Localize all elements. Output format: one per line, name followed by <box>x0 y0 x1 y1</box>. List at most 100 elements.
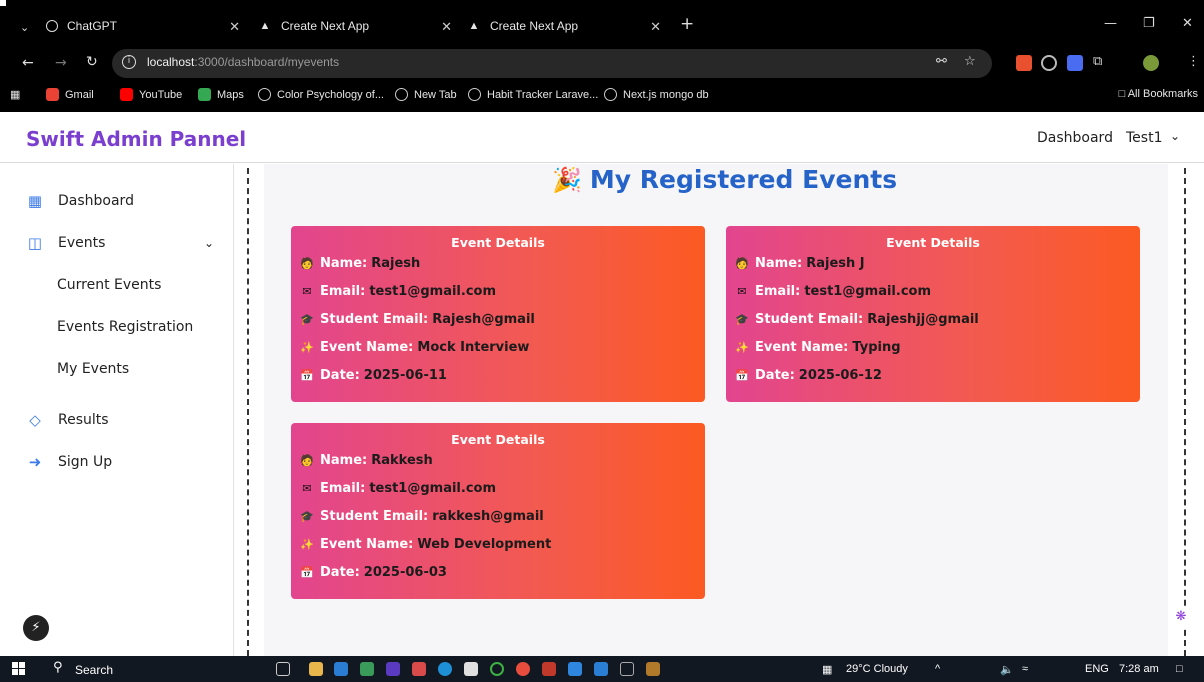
field-label: Email: <box>755 284 801 299</box>
restore-icon[interactable]: ❐ <box>1143 16 1155 31</box>
sidebar-subitem-current-events[interactable]: Current Events <box>57 277 161 293</box>
tab-create-next-app-2[interactable]: ▲ Create Next App ✕ <box>467 10 667 42</box>
field-label: Event Name: <box>755 340 849 355</box>
sidebar-item-label: Sign Up <box>58 454 113 470</box>
tray-chevron-up-icon[interactable]: ^ <box>935 663 940 675</box>
task-view-icon[interactable] <box>276 662 290 676</box>
sidebar-item-sign-up[interactable]: ➜ Sign Up <box>26 453 112 471</box>
wifi-icon[interactable]: ≈ <box>1022 663 1028 675</box>
app-icon[interactable] <box>360 662 374 676</box>
app-icon[interactable] <box>646 662 660 676</box>
mail-icon[interactable] <box>568 662 582 676</box>
page-title-text: My Registered Events <box>589 165 898 194</box>
field-label: Date: <box>755 368 795 383</box>
back-arrow-icon[interactable]: ← <box>22 55 34 71</box>
person-icon: 🧑 <box>300 454 314 467</box>
tab-search-chevron-icon[interactable]: ⌄ <box>20 21 29 34</box>
apps-grid-icon[interactable]: ▦ <box>10 88 20 101</box>
party-popper-icon: 🎉 <box>552 165 582 194</box>
windows-start-icon[interactable] <box>12 662 26 676</box>
extensions-puzzle-icon[interactable]: ⧉ <box>1093 54 1102 69</box>
weather-text[interactable]: 29°C Cloudy <box>846 663 908 675</box>
chatgpt-favicon-icon <box>46 20 58 32</box>
file-explorer-icon[interactable] <box>309 662 323 676</box>
bookmark-color-psychology[interactable]: Color Psychology of... <box>258 88 384 101</box>
sidebar-item-events[interactable]: ◫ Events <box>26 234 106 252</box>
tab-create-next-app-1[interactable]: ▲ Create Next App ✕ <box>258 10 458 42</box>
site-info-icon[interactable]: i <box>122 55 136 69</box>
language-indicator[interactable]: ENG <box>1085 663 1109 675</box>
card-row-date: 📅 Date: 2025-06-03 <box>299 565 447 580</box>
envelope-icon: ✉ <box>302 285 312 298</box>
brand-title[interactable]: Swift Admin Pannel <box>26 127 246 151</box>
app-icon[interactable] <box>386 662 400 676</box>
bookmark-habit-tracker[interactable]: Habit Tracker Larave... <box>468 88 598 101</box>
reload-icon[interactable]: ↻ <box>86 54 98 70</box>
sidebar-subitem-events-registration[interactable]: Events Registration <box>57 319 193 335</box>
extension-icon[interactable] <box>1016 55 1032 71</box>
tab-close-icon[interactable]: ✕ <box>650 19 661 35</box>
volume-icon[interactable]: 🔈 <box>1000 663 1014 676</box>
sparkles-icon: ✨ <box>300 341 314 354</box>
tab-close-icon[interactable]: ✕ <box>441 19 452 35</box>
edge-icon[interactable] <box>438 662 452 676</box>
chevron-down-icon[interactable]: ⌄ <box>204 236 214 250</box>
bookmark-star-icon[interactable]: ☆ <box>964 54 976 69</box>
vscode-icon[interactable] <box>594 662 608 676</box>
header-user-menu[interactable]: Test1 <box>1126 130 1162 146</box>
tab-chatgpt[interactable]: ChatGPT ✕ <box>46 10 246 42</box>
app-icon[interactable] <box>490 662 504 676</box>
bookmark-nextjs-mongo[interactable]: Next.js mongo db <box>604 88 709 101</box>
field-value: Rajesh@gmail <box>432 312 535 327</box>
bookmark-label: New Tab <box>414 88 457 101</box>
bookmark-new-tab[interactable]: New Tab <box>395 88 457 101</box>
search-icon[interactable]: ⚲ <box>53 660 63 675</box>
forward-arrow-icon[interactable]: → <box>55 55 67 71</box>
taskbar-search[interactable]: Search <box>75 663 113 677</box>
field-label: Student Email: <box>320 509 429 524</box>
app-icon[interactable] <box>412 662 426 676</box>
extension-icon[interactable] <box>1041 55 1057 71</box>
calendar-icon: 📅 <box>300 566 314 579</box>
card-row-email: ✉ Email: test1@gmail.com <box>734 284 931 299</box>
bookmark-youtube[interactable]: YouTube <box>120 88 182 101</box>
profile-avatar-icon[interactable] <box>1143 55 1159 71</box>
page-title: 🎉 My Registered Events <box>552 165 897 194</box>
sidebar-subitem-my-events[interactable]: My Events <box>57 361 129 377</box>
app-icon[interactable] <box>542 662 556 676</box>
assistant-brain-button[interactable]: ❋ <box>1170 606 1192 628</box>
bookmark-gmail[interactable]: Gmail <box>46 88 94 101</box>
all-bookmarks[interactable]: □ All Bookmarks <box>1119 88 1198 100</box>
chevron-down-icon[interactable]: ⌄ <box>1170 129 1180 143</box>
tab-title: ChatGPT <box>67 19 118 33</box>
field-value: Rakkesh <box>371 453 433 468</box>
app-icon[interactable] <box>334 662 348 676</box>
app-icon[interactable] <box>464 662 478 676</box>
field-label: Student Email: <box>755 312 864 327</box>
field-label: Email: <box>320 481 366 496</box>
header-dashboard-link[interactable]: Dashboard <box>1037 130 1113 146</box>
sidebar-item-dashboard[interactable]: ▦ Dashboard <box>26 192 134 210</box>
folder-icon: □ <box>1118 88 1128 100</box>
browser-menu-icon[interactable]: ⋮ <box>1187 54 1200 69</box>
window-close-icon[interactable]: ✕ <box>1182 16 1193 31</box>
password-key-icon[interactable]: ⚯ <box>936 54 947 69</box>
minimize-icon[interactable]: — <box>1104 16 1117 31</box>
chrome-icon[interactable] <box>516 662 530 676</box>
bookmark-maps[interactable]: Maps <box>198 88 244 101</box>
notifications-icon[interactable]: □ <box>1176 663 1183 675</box>
field-value: Rajesh J <box>806 256 865 271</box>
sign-up-icon: ➜ <box>28 453 42 471</box>
new-tab-plus-icon[interactable]: + <box>680 14 694 34</box>
tab-close-icon[interactable]: ✕ <box>229 19 240 35</box>
terminal-icon[interactable] <box>620 662 634 676</box>
sidebar-item-results[interactable]: ◇ Results <box>26 411 108 429</box>
bookmark-label: Next.js mongo db <box>623 88 709 101</box>
field-value: Rajesh <box>371 256 421 271</box>
clock-time[interactable]: 7:28 am <box>1119 663 1159 675</box>
url-text[interactable]: localhost:3000/dashboard/myevents <box>147 55 339 69</box>
dashed-divider-right <box>1184 168 1186 656</box>
theme-toggle-button[interactable]: ⚡ <box>23 615 49 641</box>
field-value: Mock Interview <box>417 340 530 355</box>
extension-icon[interactable] <box>1067 55 1083 71</box>
